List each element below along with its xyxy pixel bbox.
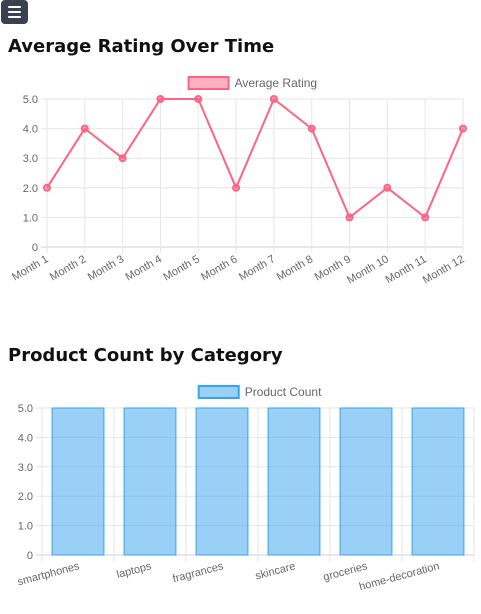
x-tick-label: laptops xyxy=(115,560,153,581)
rating-point xyxy=(80,124,89,133)
x-tick-label: Month 7 xyxy=(237,253,277,283)
category-bar xyxy=(195,407,249,556)
y-tick-label: 2.0 xyxy=(18,491,33,503)
y-tick-label: 2.0 xyxy=(23,183,38,195)
rating-chart-title: Average Rating Over Time xyxy=(8,36,275,57)
y-tick-label: 5.0 xyxy=(18,403,33,415)
rating-point xyxy=(345,213,354,222)
y-tick-label: 1.0 xyxy=(18,521,33,533)
menu-bar xyxy=(8,16,21,18)
x-tick-label: Month 12 xyxy=(421,253,467,286)
legend-label: Product Count xyxy=(245,385,322,399)
x-tick-label: Month 11 xyxy=(384,253,429,286)
rating-point xyxy=(194,95,203,103)
rating-point xyxy=(421,213,430,222)
category-bar xyxy=(411,407,465,556)
x-tick-label: Month 4 xyxy=(124,253,164,283)
menu-bar xyxy=(8,11,21,13)
y-tick-label: 0 xyxy=(32,242,38,254)
legend-swatch xyxy=(187,76,230,90)
rating-point xyxy=(459,124,467,133)
x-tick-label: Month 6 xyxy=(199,253,239,283)
category-bar xyxy=(51,407,105,556)
rating-point xyxy=(43,183,51,192)
category-bar xyxy=(123,407,177,556)
y-tick-label: 4.0 xyxy=(23,124,38,136)
rating-point xyxy=(118,154,127,163)
rating-point xyxy=(156,95,165,103)
legend-swatch xyxy=(197,385,240,399)
x-tick-label: fragrances xyxy=(171,560,225,585)
menu-bar xyxy=(8,6,21,8)
x-tick-label: Month 2 xyxy=(48,253,88,283)
rating-point xyxy=(383,183,392,192)
x-tick-label: Month 8 xyxy=(275,253,315,283)
x-tick-label: home-decoration xyxy=(358,560,441,593)
x-tick-label: Month 1 xyxy=(10,253,50,283)
category-bar xyxy=(339,407,393,556)
y-tick-label: 4.0 xyxy=(18,432,33,444)
rating-point xyxy=(307,124,316,133)
y-tick-label: 1.0 xyxy=(23,212,38,224)
rating-point xyxy=(232,183,241,192)
category-chart-title: Product Count by Category xyxy=(8,345,283,366)
legend-label: Average Rating xyxy=(235,76,318,90)
x-tick-label: Month 3 xyxy=(86,253,126,283)
y-tick-label: 3.0 xyxy=(23,153,38,165)
rating-line-chart: Average Rating01.02.03.04.05.0Month 1Mon… xyxy=(10,76,467,287)
category-bar xyxy=(267,407,321,556)
y-tick-label: 0 xyxy=(27,550,33,562)
rating-point xyxy=(269,95,278,103)
hamburger-menu-button[interactable] xyxy=(1,0,28,24)
y-tick-label: 5.0 xyxy=(23,94,38,106)
y-tick-label: 3.0 xyxy=(18,462,33,474)
x-tick-label: Month 10 xyxy=(345,253,391,286)
x-tick-label: Month 5 xyxy=(161,253,201,283)
x-tick-label: smartphones xyxy=(16,560,81,588)
category-bar-chart: Product Count 0 1.0 2.0 3.0 4.0 5.0 smartphones… xyxy=(16,385,475,593)
x-tick-label: skincare xyxy=(254,560,297,582)
